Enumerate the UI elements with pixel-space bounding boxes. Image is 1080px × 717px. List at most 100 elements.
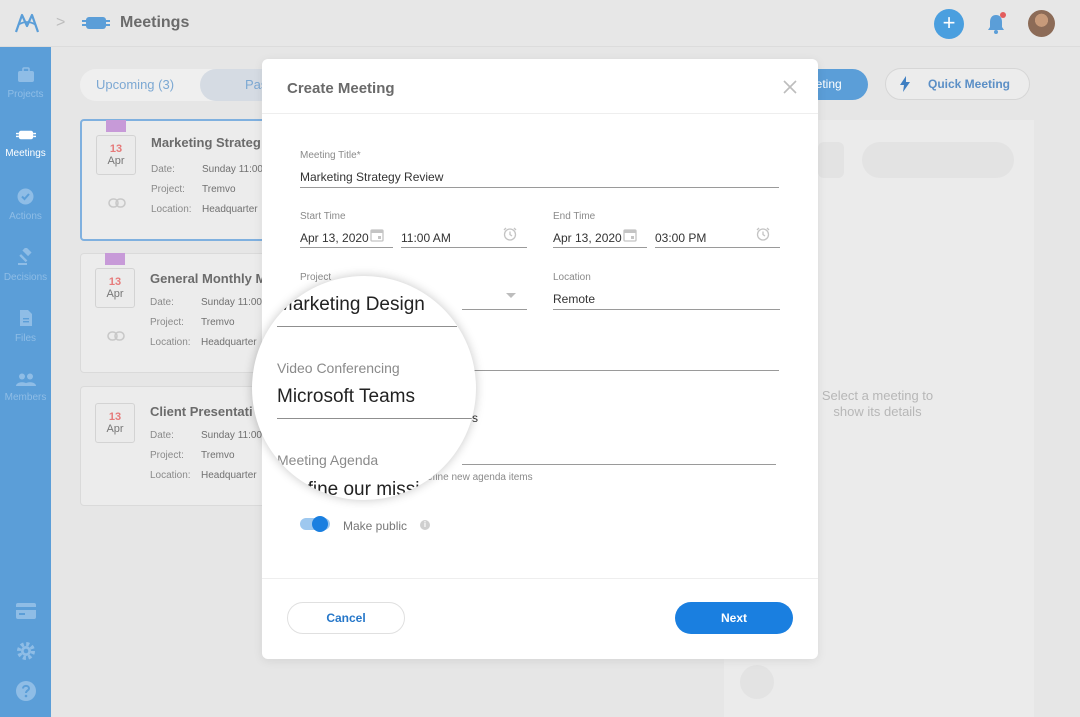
field-value: Tremvo (201, 317, 235, 328)
user-avatar[interactable] (1028, 10, 1055, 37)
meeting-date-row: Date: Sunday 11:00 (150, 297, 262, 308)
billing-icon[interactable] (15, 600, 37, 622)
meeting-location-row: Location: Headquarter (150, 337, 257, 348)
page-title: Meetings (120, 14, 190, 31)
empty-detail-message: Select a meeting to show its details (821, 388, 934, 419)
field-label: Location: (151, 204, 192, 215)
end-date-input[interactable]: Apr 13, 2020 (553, 231, 622, 245)
detail-placeholder (818, 142, 844, 178)
date-badge: 13 Apr (95, 268, 135, 308)
meeting-date-row: Date: Sunday 11:00 (151, 164, 263, 175)
check-circle-icon (17, 188, 34, 205)
calendar-icon[interactable] (370, 228, 384, 242)
date-day: 13 (108, 276, 122, 288)
sidebar-item-decisions[interactable]: Decisions (0, 248, 51, 283)
link-icon[interactable] (107, 331, 125, 341)
date-flag (106, 120, 126, 132)
meeting-project-row: Project: Tremvo (151, 184, 236, 195)
sidebar: Projects Meetings Actions Decisions File… (0, 47, 51, 717)
link-icon[interactable] (108, 198, 126, 208)
chevron-down-icon[interactable] (506, 293, 516, 298)
meeting-card[interactable]: 13 Apr Client Presentati Date: Sunday 11:… (80, 386, 280, 506)
video-conferencing-value[interactable]: Microsoft Teams (277, 386, 415, 408)
field-label: Date: (150, 297, 174, 308)
location-input[interactable]: Remote (553, 292, 595, 306)
meeting-agenda-value[interactable]: efine our missi (297, 479, 420, 500)
field-label: Project: (150, 317, 184, 328)
agenda-hint: efine new agenda items (427, 472, 533, 483)
meeting-project-row: Project: Tremvo (150, 450, 235, 461)
calendar-icon[interactable] (623, 228, 637, 242)
field-label: Project: (151, 184, 185, 195)
members-icon (15, 373, 36, 386)
project-value-zoomed[interactable]: Marketing Design (277, 294, 425, 316)
date-month: Apr (106, 288, 124, 300)
gavel-icon (17, 248, 32, 265)
alarm-clock-icon[interactable] (756, 227, 770, 241)
tab-upcoming[interactable]: Upcoming (3) (96, 77, 174, 92)
start-date-underline (300, 247, 393, 248)
sidebar-item-label: Decisions (3, 272, 48, 283)
meeting-title-input[interactable]: Marketing Strategy Review (300, 170, 443, 184)
meetings-icon (15, 130, 36, 140)
sidebar-item-label: Projects (7, 89, 44, 100)
meeting-card[interactable]: 13 Apr General Monthly M Date: Sunday 11:… (80, 253, 280, 373)
detail-placeholder (740, 665, 774, 699)
modal-title: Create Meeting (287, 80, 395, 97)
detail-placeholder (862, 142, 1014, 178)
sidebar-item-files[interactable]: Files (0, 309, 51, 344)
cancel-button[interactable]: Cancel (287, 602, 405, 634)
close-icon[interactable] (782, 79, 798, 95)
field-value: Sunday 11:00 (201, 297, 262, 308)
magnifier-lens: Marketing Design Video Conferencing Micr… (252, 276, 476, 500)
sidebar-item-label: Actions (9, 211, 42, 222)
date-day: 13 (109, 143, 123, 155)
sidebar-item-label: Meetings (5, 148, 46, 159)
video-conferencing-underline (462, 370, 779, 371)
modal-footer-divider (262, 578, 818, 579)
end-time-underline (655, 247, 780, 248)
meeting-title: Client Presentati (150, 404, 253, 419)
date-month: Apr (107, 155, 125, 167)
toggle-knob[interactable] (312, 516, 328, 532)
gear-icon[interactable] (15, 640, 37, 662)
lightning-icon (900, 76, 910, 92)
agenda-underline (462, 464, 776, 465)
next-button[interactable]: Next (675, 602, 793, 634)
meeting-title: General Monthly M (150, 271, 267, 286)
end-time-label: End Time (553, 211, 596, 222)
meeting-location-row: Location: Headquarter (150, 470, 257, 481)
field-label: Project: (150, 450, 184, 461)
sidebar-item-actions[interactable]: Actions (0, 188, 51, 222)
date-badge: 13 Apr (95, 403, 135, 443)
info-icon[interactable]: i (420, 520, 430, 530)
start-time-input[interactable]: 11:00 AM (401, 231, 451, 245)
add-button[interactable]: + (934, 9, 964, 39)
breadcrumb-separator: > (56, 14, 66, 31)
field-label: Date: (150, 430, 174, 441)
top-bar: > Meetings + (0, 0, 1080, 47)
field-value: Headquarter (202, 204, 258, 215)
alarm-clock-icon[interactable] (503, 227, 517, 241)
field-value: Headquarter (201, 337, 257, 348)
start-date-input[interactable]: Apr 13, 2020 (300, 231, 369, 245)
meeting-title-label: Meeting Title* (300, 150, 361, 161)
field-value: Sunday 11:00 (201, 430, 262, 441)
notification-dot (1000, 12, 1006, 18)
sidebar-item-meetings[interactable]: Meetings (0, 128, 51, 159)
sidebar-item-members[interactable]: Members (0, 373, 51, 403)
meeting-project-row: Project: Tremvo (150, 317, 235, 328)
field-value: Sunday 11:00 (202, 164, 263, 175)
location-underline (553, 309, 780, 310)
end-date-underline (553, 247, 647, 248)
sidebar-item-projects[interactable]: Projects (0, 67, 51, 100)
meeting-location-row: Location: Headquarter (151, 204, 258, 215)
briefcase-icon (17, 67, 34, 82)
meeting-title-underline (300, 187, 779, 188)
help-icon[interactable] (15, 680, 37, 702)
end-time-input[interactable]: 03:00 PM (655, 231, 706, 245)
start-time-label: Start Time (300, 211, 346, 222)
app-logo-icon[interactable] (14, 12, 40, 34)
meeting-card[interactable]: 13 Apr Marketing Strateg Date: Sunday 11:… (80, 119, 280, 241)
date-badge: 13 Apr (96, 135, 136, 175)
